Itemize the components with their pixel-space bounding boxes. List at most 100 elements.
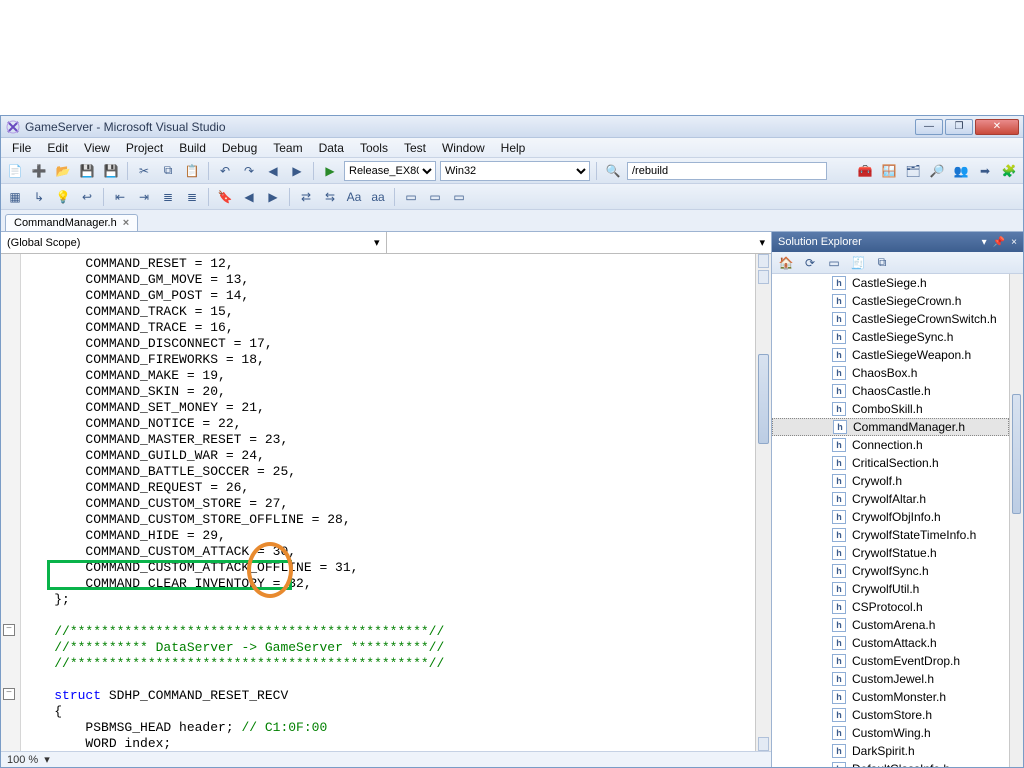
file-item[interactable]: hCrywolfStateTimeInfo.h <box>772 526 1009 544</box>
object-browser-icon[interactable]: 🔎 <box>927 161 947 181</box>
quick-info-icon[interactable]: 💡 <box>53 187 73 207</box>
copy-icon[interactable]: ⧉ <box>158 161 178 181</box>
menu-view[interactable]: View <box>77 139 117 157</box>
save-icon[interactable]: 💾 <box>77 161 97 181</box>
close-tab-icon[interactable]: × <box>123 217 129 229</box>
bookmark-icon[interactable]: 🔖 <box>215 187 235 207</box>
find-input[interactable] <box>627 162 827 180</box>
solution-platform-select[interactable]: Win32 <box>440 161 590 181</box>
outline-collapse-icon[interactable]: − <box>3 688 15 700</box>
home-icon[interactable]: 🏠 <box>776 253 796 273</box>
display-ws-icon[interactable]: ▭ <box>401 187 421 207</box>
team-explorer-icon[interactable]: 👥 <box>951 161 971 181</box>
file-item[interactable]: hCSProtocol.h <box>772 598 1009 616</box>
file-item[interactable]: hComboSkill.h <box>772 400 1009 418</box>
file-item[interactable]: hCrywolfUtil.h <box>772 580 1009 598</box>
start-page-icon[interactable]: ➡ <box>975 161 995 181</box>
tabify-icon[interactable]: ⇄ <box>296 187 316 207</box>
cut-icon[interactable]: ✂ <box>134 161 154 181</box>
file-item[interactable]: hCrywolfSync.h <box>772 562 1009 580</box>
file-item[interactable]: hCrywolfAltar.h <box>772 490 1009 508</box>
file-tree[interactable]: hCastleSiege.hhCastleSiegeCrown.h hCastle… <box>772 274 1023 767</box>
refresh-icon[interactable]: ⟳ <box>800 253 820 273</box>
make-lower-icon[interactable]: aa <box>368 187 388 207</box>
menu-data[interactable]: Data <box>312 139 351 157</box>
file-item[interactable]: hCustomWing.h <box>772 724 1009 742</box>
file-item[interactable]: hConnection.h <box>772 436 1009 454</box>
new-project-icon[interactable]: 📄 <box>5 161 25 181</box>
member-list-icon[interactable]: ▦ <box>5 187 25 207</box>
menu-team[interactable]: Team <box>266 139 309 157</box>
undo-icon[interactable]: ↶ <box>215 161 235 181</box>
word-wrap-icon[interactable]: ↩ <box>77 187 97 207</box>
maximize-button[interactable]: ❐ <box>945 119 973 135</box>
outline-collapse-icon[interactable]: − <box>3 624 15 636</box>
nav-back-icon[interactable]: ◀ <box>263 161 283 181</box>
properties-icon[interactable]: 🧾 <box>848 253 868 273</box>
menu-project[interactable]: Project <box>119 139 170 157</box>
menu-file[interactable]: File <box>5 139 38 157</box>
menu-tools[interactable]: Tools <box>353 139 395 157</box>
paste-icon[interactable]: 📋 <box>182 161 202 181</box>
view-code-icon[interactable]: ⧉ <box>872 253 892 273</box>
param-info-icon[interactable]: ↳ <box>29 187 49 207</box>
file-item[interactable]: hCustomStore.h <box>772 706 1009 724</box>
file-item[interactable]: hCommandManager.h <box>772 418 1009 436</box>
file-item[interactable]: hCastleSiegeCrown.h <box>772 292 1009 310</box>
file-item[interactable]: hCrywolfObjInfo.h <box>772 508 1009 526</box>
file-item[interactable]: hDefaultClassInfo.h <box>772 760 1009 767</box>
scrollbar-thumb[interactable] <box>1012 394 1021 514</box>
file-item[interactable]: hCustomArena.h <box>772 616 1009 634</box>
uncomment-icon[interactable]: ≣ <box>182 187 202 207</box>
scope-dropdown-right[interactable]: ▾ <box>387 232 772 253</box>
file-item[interactable]: hCustomJewel.h <box>772 670 1009 688</box>
solution-config-select[interactable]: Release_EX80 <box>344 161 436 181</box>
start-debug-icon[interactable]: ▶ <box>320 161 340 181</box>
menu-debug[interactable]: Debug <box>215 139 264 157</box>
file-item[interactable]: hCustomEventDrop.h <box>772 652 1009 670</box>
window-position-icon[interactable]: ▾ <box>982 237 987 248</box>
full-screen-icon[interactable]: ▭ <box>449 187 469 207</box>
file-item[interactable]: hDarkSpirit.h <box>772 742 1009 760</box>
menu-test[interactable]: Test <box>397 139 433 157</box>
chevron-down-icon[interactable]: ▾ <box>44 753 50 766</box>
file-item[interactable]: hCrywolfStatue.h <box>772 544 1009 562</box>
pane-close-icon[interactable]: × <box>1011 237 1017 248</box>
tool-window-icon[interactable]: ▭ <box>425 187 445 207</box>
minimize-button[interactable]: — <box>915 119 943 135</box>
tab-commandmanager[interactable]: CommandManager.h × <box>5 214 138 231</box>
scroll-down-icon[interactable] <box>758 737 769 751</box>
extension-icon[interactable]: 🧩 <box>999 161 1019 181</box>
file-item[interactable]: hCastleSiegeSync.h <box>772 328 1009 346</box>
decrease-indent-icon[interactable]: ⇤ <box>110 187 130 207</box>
file-item[interactable]: hChaosBox.h <box>772 364 1009 382</box>
file-item[interactable]: hCrywolf.h <box>772 472 1009 490</box>
scope-dropdown-left[interactable]: (Global Scope) ▾ <box>1 232 387 253</box>
show-all-files-icon[interactable]: ▭ <box>824 253 844 273</box>
file-item[interactable]: hCriticalSection.h <box>772 454 1009 472</box>
add-item-icon[interactable]: ➕ <box>29 161 49 181</box>
toolbox-icon[interactable]: 🧰 <box>855 161 875 181</box>
prev-bookmark-icon[interactable]: ◀ <box>239 187 259 207</box>
file-item[interactable]: hCastleSiege.h <box>772 274 1009 292</box>
nav-fwd-icon[interactable]: ▶ <box>287 161 307 181</box>
menu-window[interactable]: Window <box>435 139 492 157</box>
redo-icon[interactable]: ↷ <box>239 161 259 181</box>
close-button[interactable]: ✕ <box>975 119 1019 135</box>
increase-indent-icon[interactable]: ⇥ <box>134 187 154 207</box>
open-icon[interactable]: 📂 <box>53 161 73 181</box>
tree-scrollbar[interactable] <box>1009 274 1023 767</box>
menu-edit[interactable]: Edit <box>40 139 75 157</box>
menu-build[interactable]: Build <box>172 139 213 157</box>
save-all-icon[interactable]: 💾 <box>101 161 121 181</box>
scroll-up-icon[interactable] <box>758 270 769 284</box>
class-view-icon[interactable]: 🗂 <box>903 161 923 181</box>
split-box[interactable] <box>758 254 769 268</box>
menu-help[interactable]: Help <box>494 139 533 157</box>
find-icon[interactable]: 🔍 <box>603 161 623 181</box>
file-item[interactable]: hCastleSiegeWeapon.h <box>772 346 1009 364</box>
untabify-icon[interactable]: ⇆ <box>320 187 340 207</box>
comment-icon[interactable]: ≣ <box>158 187 178 207</box>
scrollbar-thumb[interactable] <box>758 354 769 444</box>
code-editor[interactable]: − − COMMAND_RESET = 12, COMMAND_GM_MOVE … <box>1 254 771 751</box>
